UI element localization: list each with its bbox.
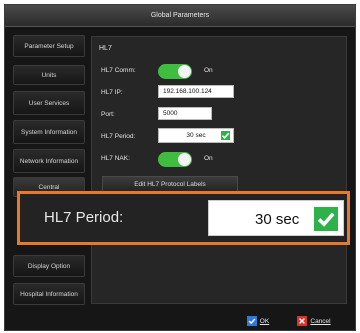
sidebar-item-units[interactable]: Units [13, 65, 85, 85]
callout-period-field[interactable]: 30 sec [208, 200, 344, 236]
ok-button[interactable]: OK [233, 312, 283, 330]
sidebar-item-system-information[interactable]: System Information [13, 120, 85, 144]
hl7-nak-label: HL7 NAK: [101, 155, 130, 162]
checkmark-icon [220, 130, 231, 141]
sidebar-item-parameter-setup[interactable]: Parameter Setup [13, 35, 85, 57]
hl7-ip-label: HL7 IP: [101, 89, 123, 96]
dialog-title: Global Parameters [5, 5, 355, 27]
ok-label: OK [259, 317, 270, 325]
sidebar-item-label: Units [41, 71, 57, 79]
hl7-comm-state: On [204, 67, 213, 74]
sidebar-item-label: System Information [21, 128, 77, 136]
close-icon [297, 316, 308, 326]
port-label: Port: [101, 111, 115, 118]
sidebar-item-label: Central [38, 183, 60, 191]
hl7-comm-label: HL7 Comm: [101, 67, 136, 74]
hl7-nak-toggle[interactable] [158, 152, 192, 167]
hl7-period-value: 30 sec [186, 132, 206, 139]
hl7-nak-state: On [204, 155, 213, 162]
callout-period-value: 30 sec [255, 211, 300, 228]
cancel-label: Cancel [310, 317, 331, 325]
hl7-comm-toggle[interactable] [158, 64, 192, 79]
sidebar-item-user-services[interactable]: User Services [13, 91, 85, 115]
sidebar-item-network-information[interactable]: Network Information [13, 149, 85, 173]
checkmark-icon [246, 316, 257, 326]
sidebar-item-label: Network Information [19, 157, 79, 165]
sidebar-item-display-option[interactable]: Display Option [13, 255, 85, 277]
panel-title: HL7 [99, 45, 112, 52]
sidebar-item-label: Display Option [27, 262, 71, 270]
cancel-button[interactable]: Cancel [289, 312, 339, 330]
hl7-ip-field[interactable]: 192.168.100.124 [158, 85, 234, 98]
callout-label: HL7 Period: [44, 209, 124, 226]
hl7-panel: HL7 HL7 Comm: On HL7 IP: 192.168.100.124… [91, 36, 347, 304]
hl7-period-callout: HL7 Period: 30 sec [17, 191, 350, 245]
hl7-period-label: HL7 Period: [101, 133, 136, 140]
sidebar-item-label: User Services [28, 99, 70, 107]
sidebar-item-hospital-information[interactable]: Hospital Information [13, 283, 85, 305]
toggle-knob [178, 153, 191, 166]
sidebar-item-label: Hospital Information [20, 290, 78, 298]
toggle-knob [178, 65, 191, 78]
sidebar-item-label: Parameter Setup [24, 42, 74, 50]
checkmark-icon [313, 206, 339, 232]
port-field[interactable]: 5000 [158, 107, 212, 120]
global-parameters-dialog: Global Parameters Parameter Setup Units … [4, 4, 356, 331]
